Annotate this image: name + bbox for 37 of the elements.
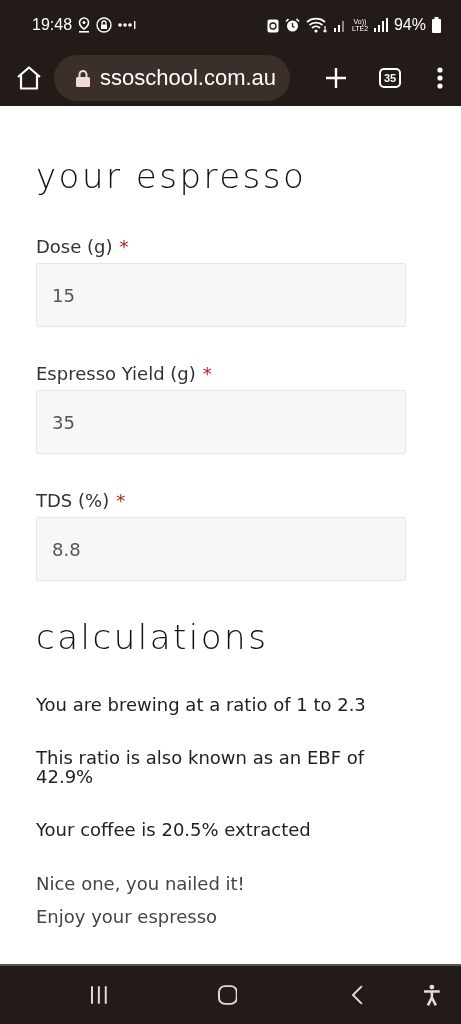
field-label: Espresso Yield (g) bbox=[36, 363, 196, 384]
tab-count-button[interactable]: 35 bbox=[379, 68, 401, 88]
back-icon[interactable] bbox=[351, 985, 364, 1005]
result-text: Your coffee is 20.5% extracted bbox=[36, 820, 312, 839]
battery-icon bbox=[432, 17, 441, 33]
result-text: This ratio is also known as an EBF of 42.9% bbox=[36, 748, 366, 786]
lock-circle-icon bbox=[96, 17, 113, 33]
home-icon[interactable] bbox=[16, 66, 42, 90]
input-field[interactable]: 8.8 bbox=[36, 517, 406, 581]
field-label: TDS (%) bbox=[36, 490, 110, 511]
clipboard-icon bbox=[266, 17, 279, 33]
address-bar[interactable]: ssoschool.com.au bbox=[54, 55, 291, 101]
more-notifications-icon bbox=[118, 21, 137, 29]
accessibility-icon[interactable] bbox=[423, 984, 441, 1006]
message-text: Enjoy your espresso bbox=[36, 906, 219, 927]
new-tab-icon[interactable] bbox=[325, 67, 347, 89]
required-mark: * bbox=[116, 490, 126, 511]
recent-apps-icon[interactable] bbox=[90, 986, 108, 1004]
required-mark: * bbox=[119, 236, 129, 257]
input-field[interactable]: 15 bbox=[36, 263, 406, 327]
field-label: Dose (g) bbox=[36, 236, 113, 257]
wifi-icon bbox=[305, 17, 328, 33]
alarm-icon bbox=[284, 17, 300, 33]
result-text: You are brewing at a ratio of 1 to 2.3 bbox=[36, 695, 367, 714]
section-heading: your espresso bbox=[36, 156, 308, 196]
location-icon bbox=[78, 17, 91, 33]
section-heading: calculations bbox=[36, 617, 270, 657]
more-options-icon[interactable] bbox=[437, 67, 443, 89]
signal-icon bbox=[373, 18, 388, 32]
message-text: Nice one, you nailed it! bbox=[36, 873, 246, 894]
input-field[interactable]: 35 bbox=[36, 390, 406, 454]
lock-icon bbox=[76, 69, 90, 87]
signal-icon bbox=[333, 18, 346, 32]
clock-time: 19:48 bbox=[32, 16, 73, 34]
required-mark: * bbox=[202, 363, 212, 384]
home-button-icon[interactable] bbox=[217, 985, 238, 1005]
battery-percent: 94% bbox=[393, 16, 426, 34]
